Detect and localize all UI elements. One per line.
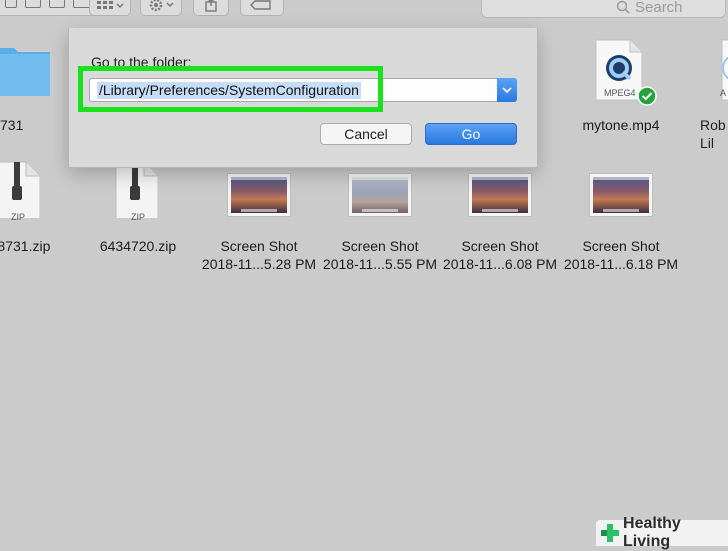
folder-icon	[0, 48, 50, 96]
file-date: 2018-11...6.18 PM	[563, 256, 679, 272]
screenshot-thumbnail	[589, 173, 653, 217]
file-name: Screen Shot	[220, 238, 298, 254]
file-name: 418731	[0, 117, 24, 133]
file-date: 2018-11...5.28 PM	[201, 256, 317, 272]
group-button[interactable]	[89, 0, 131, 16]
screenshot-thumbnail	[468, 173, 532, 217]
action-button[interactable]	[140, 0, 182, 16]
document-label: A	[720, 88, 727, 98]
go-to-folder-dialog: Go to the folder: /Library/Preferences/S…	[68, 28, 538, 168]
checkmark-icon	[637, 86, 657, 106]
watermark: Healthy Living	[596, 515, 728, 550]
search-placeholder: Search	[635, 0, 683, 16]
file-date: 2018-11...5.55 PM	[322, 256, 438, 272]
zip-archive-icon	[115, 161, 158, 218]
gear-icon	[149, 0, 174, 11]
highlight-box	[78, 66, 383, 112]
share-icon	[205, 0, 217, 12]
tag-icon	[250, 0, 271, 10]
chevron-down-icon	[502, 87, 512, 94]
group-icon	[97, 0, 124, 9]
medical-cross-icon	[601, 524, 619, 542]
file-name: 6434720.zip	[99, 238, 177, 254]
share-button[interactable]	[193, 0, 229, 16]
finder-toolbar: Search	[0, 0, 728, 20]
file-name: Rob Lil	[700, 117, 726, 151]
column-view-icon[interactable]	[49, 0, 65, 8]
list-view-icon[interactable]	[25, 0, 41, 8]
zip-label: ZIP	[131, 212, 146, 222]
search-icon	[616, 0, 630, 14]
search-field[interactable]: Search	[481, 0, 726, 18]
mpeg4-badge: MPEG4	[604, 88, 636, 98]
zip-archive-icon	[0, 161, 40, 218]
file-name: Screen Shot	[341, 238, 419, 254]
file-name: Screen Shot	[461, 238, 539, 254]
cancel-button[interactable]: Cancel	[320, 123, 412, 145]
file-date: 2018-11...6.08 PM	[442, 256, 558, 272]
screenshot-thumbnail	[348, 173, 412, 217]
tags-button[interactable]	[240, 0, 284, 16]
path-history-dropdown[interactable]	[497, 78, 517, 102]
file-name: Screen Shot	[582, 238, 660, 254]
file-name: mytone.mp4	[582, 117, 660, 133]
icon-view-icon[interactable]	[5, 0, 17, 8]
screenshot-thumbnail	[227, 173, 291, 217]
view-switcher[interactable]	[0, 0, 100, 16]
go-button[interactable]: Go	[425, 123, 517, 145]
zip-label: ZIP	[11, 212, 26, 222]
